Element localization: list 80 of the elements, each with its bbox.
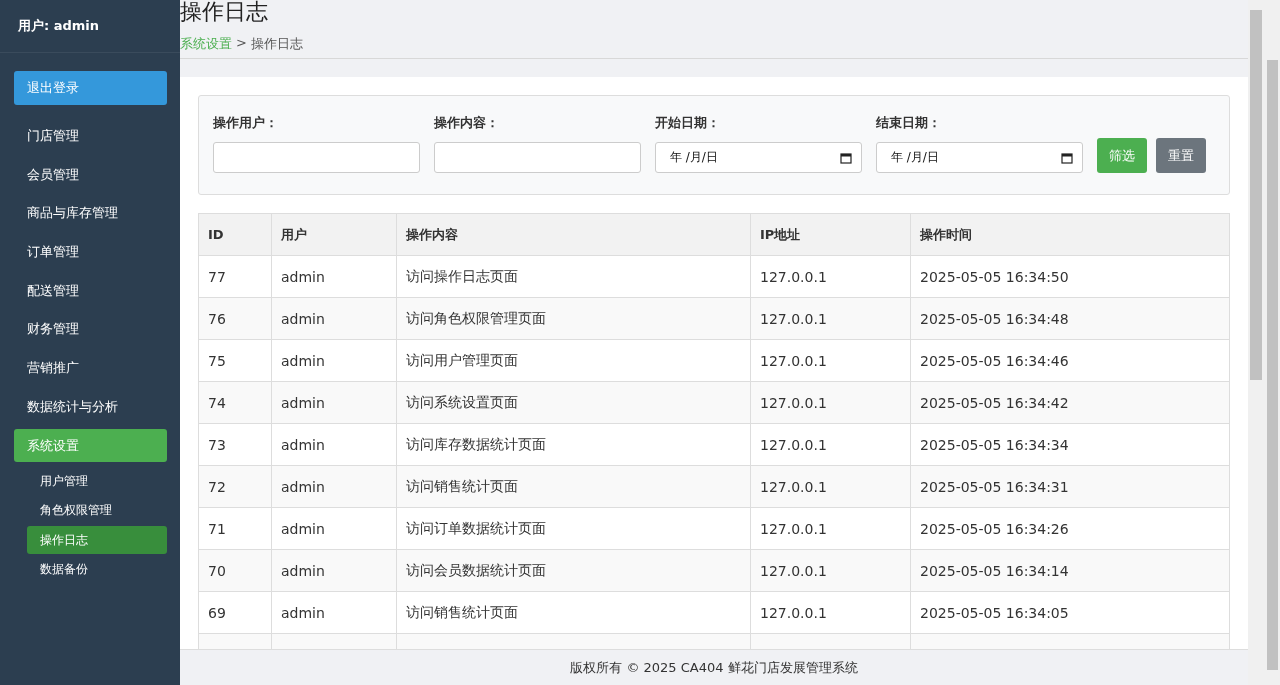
table-cell: admin [271,591,397,634]
sidebar-subitem[interactable]: 操作日志 [27,525,167,554]
table-cell: 76 [198,297,272,340]
table-cell: 69 [198,591,272,634]
table-cell: admin [271,465,397,508]
table-cell: 127.0.0.1 [750,255,911,298]
sidebar-item[interactable]: 数据统计与分析 [14,389,167,423]
table-cell: 74 [198,381,272,424]
table-cell: admin [271,549,397,592]
column-header: 用户 [271,213,397,256]
calendar-icon[interactable] [1061,151,1073,164]
column-header: 操作内容 [396,213,751,256]
filter-label: 操作用户： [213,114,279,132]
table-cell: admin [271,255,397,298]
table-cell: 2025-05-05 16:34:31 [910,465,1230,508]
filter-label: 结束日期： [876,114,942,132]
table-cell: 2025-05-05 16:34:05 [910,591,1230,634]
table-cell: 2025-05-05 16:34:34 [910,423,1230,466]
date-field[interactable]: 年 /月/日 [876,142,1083,173]
sidebar-item[interactable]: 营销推广 [14,351,167,385]
table-cell: admin [271,339,397,382]
sidebar-item[interactable]: 财务管理 [14,312,167,346]
filter-label: 操作内容： [434,114,500,132]
table-cell: 访问订单数据统计页面 [396,507,751,550]
table-cell: 71 [198,507,272,550]
table-cell: 访问操作日志页面 [396,255,751,298]
scrollbar[interactable] [1248,0,1265,685]
sidebar-subitem[interactable]: 角色权限管理 [27,496,167,525]
table-cell: 73 [198,423,272,466]
column-header: IP地址 [750,213,911,256]
table-cell: 访问系统设置页面 [396,381,751,424]
reset-button[interactable]: 重置 [1156,138,1206,173]
sidebar-subitem[interactable]: 用户管理 [27,467,167,496]
table-cell: 77 [198,255,272,298]
user-label: 用户: admin [18,17,100,35]
table-cell: admin [271,507,397,550]
column-header: 操作时间 [910,213,1230,256]
date-field[interactable]: 年 /月/日 [655,142,862,173]
table-cell: 2025-05-05 16:34:14 [910,549,1230,592]
table-cell: 75 [198,339,272,382]
table-cell: 127.0.0.1 [750,591,911,634]
table-cell: 70 [198,549,272,592]
table-cell: 2025-05-05 16:34:46 [910,339,1230,382]
table-cell: 2025-05-05 16:34:42 [910,381,1230,424]
table-cell: admin [271,381,397,424]
table-cell: 2025-05-05 16:34:50 [910,255,1230,298]
table-cell: admin [271,423,397,466]
sidebar-item[interactable]: 门店管理 [14,119,167,152]
table-cell: 访问角色权限管理页面 [396,297,751,340]
table-cell: 2025-05-05 16:34:48 [910,297,1230,340]
table-cell: 访问用户管理页面 [396,339,751,382]
table-cell: 127.0.0.1 [750,339,911,382]
table-cell: 127.0.0.1 [750,423,911,466]
sidebar-item[interactable]: 商品与库存管理 [14,196,167,230]
calendar-icon[interactable] [840,151,852,164]
table-cell: 访问销售统计页面 [396,591,751,634]
table-cell: 127.0.0.1 [750,297,911,340]
table-cell: 127.0.0.1 [750,465,911,508]
filter-label: 开始日期： [655,114,721,132]
table-cell: 72 [198,465,272,508]
breadcrumb-current: 操作日志 [250,35,303,53]
page-scrollbar[interactable] [1265,0,1280,685]
input-field[interactable] [434,142,641,173]
copyright-text: 版权所有 © 2025 CA404 鲜花门店发展管理系统 [570,658,858,677]
table-cell: 127.0.0.1 [750,549,911,592]
sidebar-subitem[interactable]: 数据备份 [27,555,167,584]
sidebar-item[interactable]: 配送管理 [14,273,167,307]
sidebar-item[interactable]: 订单管理 [14,235,167,269]
table-cell: 2025-05-05 16:34:26 [910,507,1230,550]
table-cell: 127.0.0.1 [750,507,911,550]
input-field[interactable] [213,142,420,173]
breadcrumb-separator: > [236,35,247,52]
page-title: 操作日志 [180,0,269,26]
sidebar-item[interactable]: 会员管理 [14,157,167,191]
table-cell: 访问销售统计页面 [396,465,751,508]
column-header: ID [198,213,272,256]
table-cell: 127.0.0.1 [750,381,911,424]
table-cell: admin [271,297,397,340]
table-cell: 访问会员数据统计页面 [396,549,751,592]
table-cell: 访问库存数据统计页面 [396,423,751,466]
